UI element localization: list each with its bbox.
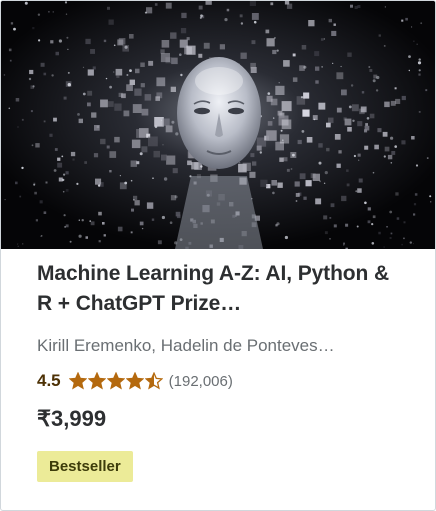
ai-face-image (1, 1, 435, 249)
course-thumbnail[interactable] (1, 1, 435, 249)
star-half-icon (144, 372, 163, 390)
course-title[interactable]: Machine Learning A-Z: AI, Python & R + C… (37, 259, 407, 319)
rating-stars (68, 372, 163, 390)
rating-value: 4.5 (37, 371, 61, 390)
rating-count: (192,006) (168, 372, 233, 390)
course-info: Machine Learning A-Z: AI, Python & R + C… (37, 259, 407, 482)
course-card[interactable]: Machine Learning A-Z: AI, Python & R + C… (0, 0, 436, 511)
star-full-icon (125, 372, 144, 390)
star-full-icon (87, 372, 106, 390)
star-full-icon (106, 372, 125, 390)
bestseller-badge: Bestseller (37, 451, 133, 482)
star-full-icon (68, 372, 87, 390)
course-instructors: Kirill Eremenko, Hadelin de Ponteves… (37, 336, 335, 355)
course-price: ₹3,999 (37, 406, 107, 431)
rating-row: 4.5 (192,006) (37, 369, 407, 393)
